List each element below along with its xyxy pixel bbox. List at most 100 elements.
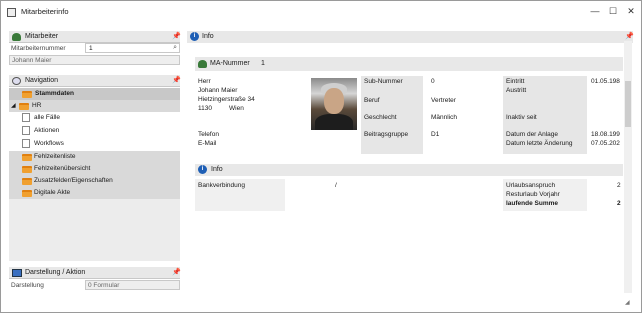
name: Johann Maier xyxy=(198,87,238,94)
mitarbeiter-header: Mitarbeiter 📌 xyxy=(9,31,181,43)
austritt-label: Austritt xyxy=(506,87,527,94)
nav-item-digitale-akte[interactable]: Digitale Akte xyxy=(9,187,180,199)
anlage-label: Datum der Anlage xyxy=(506,131,559,138)
minimize-button[interactable]: — xyxy=(589,5,601,17)
urlaubsanspruch-value: 2 xyxy=(617,182,621,189)
beitragsgruppe-value: D1 xyxy=(431,131,440,138)
sub-nummer-value: 0 xyxy=(431,78,435,85)
employee-photo xyxy=(311,78,357,130)
mitarbeiter-name-field: Johann Maier xyxy=(9,55,180,65)
nav-item-zusatzfelder[interactable]: Zusatzfelder/Eigenschaften xyxy=(9,175,180,187)
folder-icon xyxy=(22,190,32,197)
darstellung-label: Darstellung xyxy=(11,282,44,289)
mitarbeiter-name: Johann Maier xyxy=(12,57,52,64)
display-icon xyxy=(12,269,22,277)
eintritt-label: Eintritt xyxy=(506,78,525,85)
nav-item-stammdaten[interactable]: Stammdaten xyxy=(9,88,180,100)
strasse: Hietzingerstraße 34 xyxy=(198,96,255,103)
nav-label: Zusatzfelder/Eigenschaften xyxy=(34,177,113,184)
window: Mitarbeiterinfo — ☐ ✕ Mitarbeiter 📌 Mita… xyxy=(0,0,642,313)
folder-icon xyxy=(22,166,32,173)
nav-label: alle Fälle xyxy=(34,114,61,121)
nav-item-alle-faelle[interactable]: alle Fälle xyxy=(9,112,180,124)
nav-label: Workflows xyxy=(34,140,64,147)
bankverbindung-value: / xyxy=(335,182,337,189)
folder-icon xyxy=(22,91,32,98)
collapse-arrow-icon[interactable]: ◢ xyxy=(11,102,16,109)
app-icon xyxy=(7,8,16,17)
info2-title: Info xyxy=(211,166,223,173)
urlaubsanspruch-label: Urlaubsanspruch xyxy=(506,182,556,189)
nav-item-fehlzeitenliste[interactable]: Fehlzeitenliste xyxy=(9,151,180,163)
darstellung-value: 0 Formular xyxy=(88,282,120,289)
resize-grip-icon[interactable]: ◢ xyxy=(625,299,630,306)
info-header: i Info 📌 xyxy=(187,31,634,43)
document-icon xyxy=(22,139,30,148)
nav-item-fehlzeitenuebersicht[interactable]: Fehlzeitenübersicht xyxy=(9,163,180,175)
title-bar: Mitarbeiterinfo — ☐ ✕ xyxy=(1,1,641,23)
inaktiv-label: Inaktiv seit xyxy=(506,114,537,121)
darstellung-header: Darstellung / Aktion 📌 xyxy=(9,267,181,279)
darstellung-title: Darstellung / Aktion xyxy=(25,269,86,276)
info-content: MA-Nummer 1 Herr Johann Maier Hietzinger… xyxy=(187,43,633,301)
folder-icon xyxy=(19,103,29,110)
window-title: Mitarbeiterinfo xyxy=(21,7,69,16)
anlage-value: 18.08.199 xyxy=(591,131,620,138)
info-title: Info xyxy=(202,33,214,40)
scrollbar-thumb[interactable] xyxy=(625,81,631,127)
ma-nummer-value: 1 xyxy=(261,60,265,67)
mitarbeiternummer-label: Mitarbeiternummer xyxy=(11,45,66,52)
pin-icon[interactable]: 📌 xyxy=(172,77,181,84)
nav-item-aktionen[interactable]: Aktionen xyxy=(9,125,180,137)
beitragsgruppe-label: Beitragsgruppe xyxy=(364,131,409,138)
info-icon: i xyxy=(198,165,207,174)
email-label: E-Mail xyxy=(198,140,217,147)
ma-nummer-header: MA-Nummer 1 xyxy=(195,57,623,71)
ort: Wien xyxy=(229,105,244,112)
pin-icon[interactable]: 📌 xyxy=(172,269,181,276)
anrede: Herr xyxy=(198,78,211,85)
document-icon xyxy=(22,126,30,135)
nav-item-hr[interactable]: ◢ HR xyxy=(9,100,180,112)
close-button[interactable]: ✕ xyxy=(625,5,637,17)
geschlecht-label: Geschlecht xyxy=(364,114,397,121)
resturlaub-label: Resturlaub Vorjahr xyxy=(506,191,560,198)
navigation-header: Navigation 📌 xyxy=(9,75,181,87)
navigation-icon xyxy=(12,77,21,85)
geschlecht-value: Männlich xyxy=(431,114,458,121)
nav-label: HR xyxy=(32,102,42,109)
mitarbeiternummer-field[interactable]: 1 ⌕ xyxy=(85,43,180,53)
search-icon[interactable]: ⌕ xyxy=(173,44,177,52)
info2-header: i Info xyxy=(195,164,623,176)
nav-label: Digitale Akte xyxy=(34,189,71,196)
beruf-label: Beruf xyxy=(364,97,380,104)
vertical-scrollbar[interactable] xyxy=(624,41,632,293)
maximize-button[interactable]: ☐ xyxy=(607,5,619,17)
ma-nummer-label: MA-Nummer xyxy=(210,60,250,67)
nav-label: Fehlzeitenübersicht xyxy=(34,165,91,172)
pin-icon[interactable]: 📌 xyxy=(172,33,181,40)
telefon-label: Telefon xyxy=(198,131,219,138)
folder-icon xyxy=(22,178,32,185)
aenderung-value: 07.05.202 xyxy=(591,140,620,147)
navigation-empty-area xyxy=(9,199,180,261)
pin-icon[interactable]: 📌 xyxy=(625,33,634,40)
left-panel: Mitarbeiter 📌 Mitarbeiternummer 1 ⌕ Joha… xyxy=(9,29,181,301)
laufende-summe-value: 2 xyxy=(617,200,621,207)
beruf-value: Vertreter xyxy=(431,97,456,104)
folder-icon xyxy=(22,154,32,161)
mitarbeiter-title: Mitarbeiter xyxy=(25,33,59,40)
mitarbeiternummer-value: 1 xyxy=(89,45,93,52)
aenderung-label: Datum letzte Änderung xyxy=(506,140,573,147)
sub-nummer-label: Sub-Nummer xyxy=(364,78,403,85)
nav-item-workflows[interactable]: Workflows xyxy=(9,138,180,150)
nav-label: Aktionen xyxy=(34,127,60,134)
info-icon: i xyxy=(190,32,199,41)
user-icon xyxy=(198,60,207,68)
nav-label: Fehlzeitenliste xyxy=(34,153,76,160)
bankverbindung-label: Bankverbindung xyxy=(198,182,245,189)
document-icon xyxy=(22,113,30,122)
darstellung-select[interactable]: 0 Formular xyxy=(85,280,180,290)
laufende-summe-label: laufende Summe xyxy=(506,200,559,207)
navigation-title: Navigation xyxy=(25,77,59,84)
